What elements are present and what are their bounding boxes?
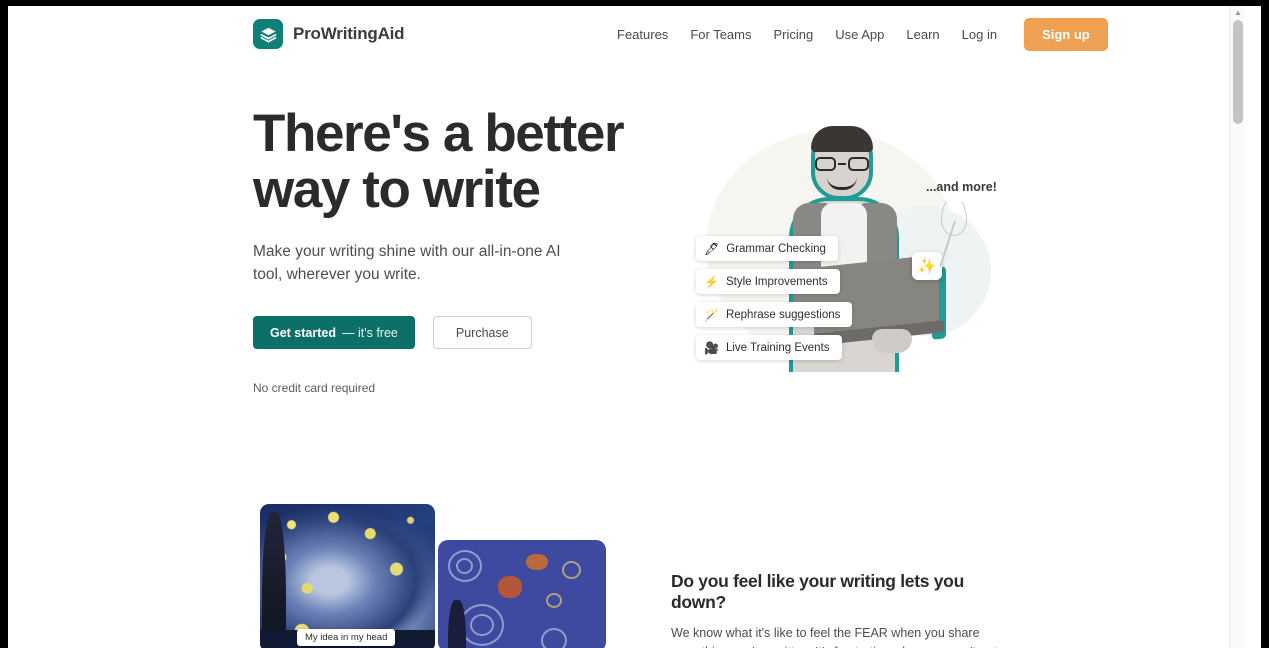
vertical-scrollbar[interactable]: ▲ [1229,6,1245,648]
purchase-button[interactable]: Purchase [432,316,532,349]
scroll-up-arrow-icon[interactable]: ▲ [1233,8,1243,18]
person-hand [872,329,912,353]
nav-item-use-app[interactable]: Use App [824,21,895,48]
page-title: There's a better way to write [253,106,653,218]
section-body: We know what it's like to feel the FEAR … [671,626,997,648]
feature-pill-list: 🖋 Grammar Checking ⚡ Style Improvements … [696,236,853,360]
feature-pill-live-training-events[interactable]: 🎥 Live Training Events [696,335,842,360]
swirl-decoration [546,593,562,608]
and-more-label: ...and more! [926,180,997,194]
feature-pill-style-improvements[interactable]: ⚡ Style Improvements [696,269,840,294]
feature-pill-rephrase-suggestions[interactable]: 🪄 Rephrase suggestions [696,302,853,327]
movie-camera-icon: 🎥 [704,340,719,355]
nav-item-pricing[interactable]: Pricing [762,21,824,48]
get-started-label: Get started [270,325,336,340]
orange-blob-decoration [526,554,548,570]
feature-pill-grammar-checking[interactable]: 🖋 Grammar Checking [696,236,838,261]
glasses-icon [815,157,869,171]
webpage: ProWritingAid Features For Teams Pricing… [8,6,1245,648]
scrollbar-thumb[interactable] [1233,20,1243,124]
starry-night-illustration: My idea in my head [260,504,606,648]
feature-pill-label: Style Improvements [725,275,828,288]
painting-caption: My idea in my head [297,629,396,646]
cypress-tree [262,512,286,648]
get-started-sublabel: — it's free [342,325,398,340]
hero-title-line-1: There's a better [253,104,625,163]
browser-viewport: ProWritingAid Features For Teams Pricing… [8,6,1261,648]
lightning-bolt-icon: ⚡ [704,274,719,289]
magic-wand-icon: 🪄 [704,307,719,322]
hero-title-line-2: way to write [253,160,541,219]
cypress-tree-shape [448,600,466,648]
no-credit-card-note: No credit card required [253,381,376,395]
nav-item-features[interactable]: Features [606,21,679,48]
sign-up-button[interactable]: Sign up [1024,17,1108,51]
and-more-curve-decoration [941,196,967,236]
person-hair [811,126,873,152]
hero-copy: There's a better way to write Make your … [253,106,653,395]
main-navigation: Features For Teams Pricing Use App Learn… [606,17,1108,51]
brand-name: ProWritingAid [293,24,405,43]
nav-item-log-in[interactable]: Log in [951,21,1008,48]
sparkle-icon: ✨ [912,252,942,280]
nav-item-learn[interactable]: Learn [895,21,950,48]
swirl-decoration [562,561,581,579]
feature-pill-label: Rephrase suggestions [725,308,841,321]
brand-logo[interactable]: ProWritingAid [253,19,405,49]
get-started-button[interactable]: Get started — it's free [253,316,415,349]
nav-item-for-teams[interactable]: For Teams [679,21,762,48]
site-header: ProWritingAid Features For Teams Pricing… [8,6,1245,62]
feature-pill-label: Live Training Events [725,341,830,354]
hero-illustration: ✨ ...and more! 🖋 Grammar Checking ⚡ Styl… [676,101,1016,391]
swirl-decoration [456,558,473,574]
section-title: Do you feel like your writing lets you d… [671,571,964,612]
quill-pen-icon: 🖋 [704,241,720,256]
section-copy: Do you feel like your writing lets you d… [671,571,1021,648]
starry-night-painting [260,504,435,648]
simplified-painting-card [438,540,606,648]
swirl-decoration [541,628,567,648]
stacked-books-icon [253,19,283,49]
feature-pill-label: Grammar Checking [726,242,826,255]
hero-subtitle: Make your writing shine with our all-in-… [253,243,561,283]
orange-blob-decoration [498,576,522,598]
swirl-decoration [470,614,494,636]
hero-cta-group: Get started — it's free Purchase [253,316,653,349]
